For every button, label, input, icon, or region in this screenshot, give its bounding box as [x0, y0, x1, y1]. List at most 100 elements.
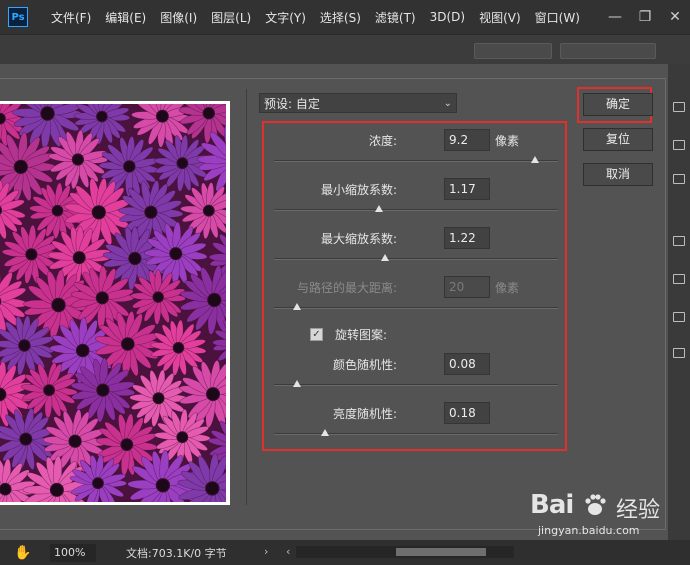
photoshop-logo-icon: Ps — [8, 7, 28, 27]
zoom-level-field[interactable]: 100% — [50, 543, 96, 562]
color-random-slider-thumb[interactable] — [292, 380, 301, 387]
max-distance-unit: 像素 — [495, 281, 520, 295]
menu-select[interactable]: 选择(S) — [313, 9, 368, 26]
flower-center — [95, 291, 109, 305]
min-scale-slider[interactable] — [274, 205, 558, 212]
preset-select[interactable]: 预设: 自定 ⌄ — [259, 93, 457, 113]
watermark-brand: Bai — [530, 490, 574, 520]
right-panel-strip — [668, 64, 690, 540]
menu-layer[interactable]: 图层(L) — [204, 9, 258, 26]
max-scale-slider[interactable] — [274, 254, 558, 261]
max-scale-input[interactable]: 1.22 — [444, 227, 490, 249]
max-scale-slider-thumb[interactable] — [380, 254, 389, 261]
color-random-label: 颜色随机性: — [332, 358, 397, 372]
restore-icon[interactable]: ❐ — [630, 9, 660, 25]
max-distance-slider-thumb — [292, 303, 301, 310]
reset-button[interactable]: 复位 — [583, 128, 653, 151]
scroll-left-icon[interactable]: ‹ — [286, 545, 290, 558]
chevron-down-icon: ⌄ — [443, 97, 452, 109]
min-scale-label: 最小缩放系数: — [320, 183, 397, 197]
cancel-button[interactable]: 取消 — [583, 163, 653, 186]
min-scale-slider-thumb[interactable] — [375, 205, 384, 212]
flower-center — [205, 481, 220, 496]
document-info: 文档:703.1K/0 字节 — [126, 546, 227, 560]
flower-center — [156, 109, 169, 123]
flower-center — [144, 205, 158, 219]
panel-icon[interactable] — [673, 274, 685, 284]
horizontal-scrollbar[interactable] — [296, 546, 514, 558]
settings-panel: 浓度: 9.2 像素 最小缩放系数: 1.17 最大缩放系数: 1.22 与路径… — [262, 121, 567, 451]
flower-center — [128, 251, 142, 266]
flower-pattern-preview — [0, 104, 226, 502]
density-unit: 像素 — [495, 134, 520, 148]
menu-window[interactable]: 窗口(W) — [528, 9, 587, 26]
menu-edit[interactable]: 编辑(E) — [98, 9, 153, 26]
flower-center — [96, 110, 108, 123]
divider — [246, 89, 247, 505]
color-random-input[interactable]: 0.08 — [444, 353, 490, 375]
max-distance-input: 20 — [444, 276, 490, 298]
flower-center — [155, 478, 171, 493]
brightness-random-row: 亮度随机性: 0.18 — [264, 402, 565, 424]
panel-icon[interactable] — [673, 348, 685, 358]
scrollbar-thumb[interactable] — [396, 548, 486, 556]
brightness-random-slider[interactable] — [274, 429, 558, 436]
ok-button[interactable]: 确定 — [583, 93, 653, 116]
panel-icon[interactable] — [673, 102, 685, 112]
rotate-pattern-label: 旋转图案: — [335, 327, 388, 342]
brightness-random-slider-thumb[interactable] — [321, 429, 330, 436]
flower-center — [176, 157, 189, 170]
watermark-url: jingyan.baidu.com — [538, 524, 640, 537]
flower-center — [202, 107, 216, 120]
flower-center — [75, 343, 90, 358]
flower-center — [169, 247, 183, 261]
flower-center — [51, 204, 64, 217]
density-slider-thumb[interactable] — [531, 156, 540, 163]
color-random-row: 颜色随机性: 0.08 — [264, 353, 565, 375]
pattern-fill-dialog: 预设: 自定 ⌄ 浓度: 9.2 像素 最小缩放系数: 1.17 最大缩放系数:… — [0, 78, 666, 530]
watermark-brand-2: 经验 — [616, 498, 661, 523]
menu-type[interactable]: 文字(Y) — [258, 9, 313, 26]
flower-center — [152, 291, 164, 303]
flower-center — [18, 339, 31, 352]
minimize-icon[interactable]: — — [600, 9, 630, 25]
rotate-pattern-checkbox[interactable]: ✓ — [310, 327, 323, 341]
menu-view[interactable]: 视图(V) — [472, 9, 528, 26]
menu-filter[interactable]: 滤镜(T) — [368, 9, 423, 26]
color-random-slider[interactable] — [274, 380, 558, 387]
flower-center — [176, 431, 189, 444]
flower-center — [68, 434, 82, 448]
flower-center — [43, 384, 55, 397]
brightness-random-input[interactable]: 0.18 — [444, 402, 490, 424]
flower-center — [71, 153, 85, 166]
panel-icon[interactable] — [673, 174, 685, 184]
panel-icon[interactable] — [673, 140, 685, 150]
window-controls: — ❐ ✕ — [600, 9, 690, 25]
menu-3d[interactable]: 3D(D) — [423, 10, 472, 24]
density-slider[interactable] — [274, 156, 558, 163]
hand-tool-icon[interactable]: ✋ — [14, 545, 34, 561]
density-label: 浓度: — [368, 134, 397, 148]
flower-center — [152, 392, 165, 405]
density-row: 浓度: 9.2 像素 — [264, 129, 565, 151]
panel-icon[interactable] — [673, 236, 685, 246]
max-distance-label: 与路径的最大距离: — [296, 281, 397, 295]
max-scale-row: 最大缩放系数: 1.22 — [264, 227, 565, 249]
flower-center — [0, 482, 12, 496]
flower-center — [91, 205, 106, 220]
rotate-pattern-option[interactable]: ✓ 旋转图案: — [310, 325, 510, 343]
min-scale-input[interactable]: 1.17 — [444, 178, 490, 200]
menu-image[interactable]: 图像(I) — [153, 9, 204, 26]
min-scale-row: 最小缩放系数: 1.17 — [264, 178, 565, 200]
menu-file[interactable]: 文件(F) — [44, 9, 98, 26]
flower-center — [206, 387, 220, 402]
options-bar-button[interactable] — [474, 43, 552, 59]
flower-center — [25, 248, 38, 261]
flower-center — [51, 297, 66, 313]
options-bar-button[interactable] — [560, 43, 656, 59]
doc-info-arrow-icon[interactable]: › — [264, 545, 268, 558]
density-input[interactable]: 9.2 — [444, 129, 490, 151]
close-icon[interactable]: ✕ — [660, 9, 690, 25]
panel-icon[interactable] — [673, 312, 685, 322]
flower-center — [49, 482, 64, 497]
